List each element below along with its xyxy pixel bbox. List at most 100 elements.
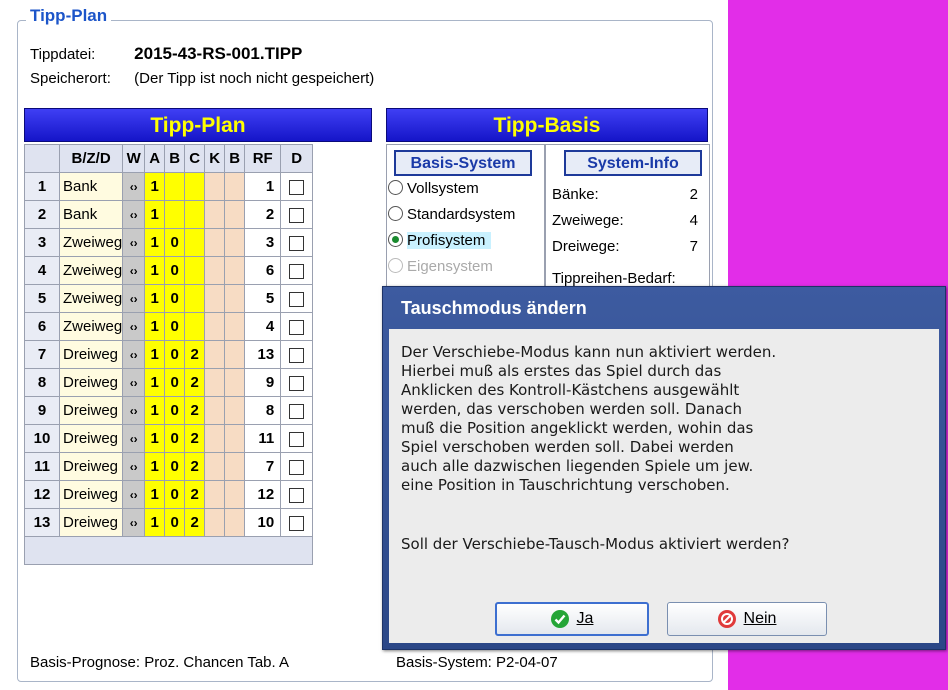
swap-cell[interactable]: ‹› xyxy=(122,508,146,537)
tip-b-cell[interactable]: 0 xyxy=(164,480,186,509)
swap-cell[interactable]: ‹› xyxy=(122,228,146,257)
k-cell[interactable] xyxy=(204,284,226,313)
tip-a-cell[interactable]: 1 xyxy=(144,452,166,481)
tip-c-cell[interactable]: 2 xyxy=(184,480,206,509)
tip-b-cell[interactable]: 0 xyxy=(164,284,186,313)
swap-cell[interactable]: ‹› xyxy=(122,312,146,341)
swap-cell[interactable]: ‹› xyxy=(122,200,146,229)
b-cell[interactable] xyxy=(224,480,246,509)
bzd-cell[interactable]: Dreiweg xyxy=(58,508,124,537)
radio-option[interactable]: Standardsystem xyxy=(388,206,515,223)
tip-c-cell[interactable]: 2 xyxy=(184,368,206,397)
move-checkbox[interactable] xyxy=(289,459,305,475)
b-cell[interactable] xyxy=(224,312,246,341)
tip-a-cell[interactable]: 1 xyxy=(144,172,166,201)
tip-c-cell[interactable]: 2 xyxy=(184,396,206,425)
b-cell[interactable] xyxy=(224,172,246,201)
b-cell[interactable] xyxy=(224,508,246,537)
swap-cell[interactable]: ‹› xyxy=(122,284,146,313)
k-cell[interactable] xyxy=(204,172,226,201)
tip-a-cell[interactable]: 1 xyxy=(144,256,166,285)
k-cell[interactable] xyxy=(204,312,226,341)
b-cell[interactable] xyxy=(224,368,246,397)
b-cell[interactable] xyxy=(224,256,246,285)
swap-cell[interactable]: ‹› xyxy=(122,368,146,397)
tip-a-cell[interactable]: 1 xyxy=(144,228,166,257)
tip-c-cell[interactable]: 2 xyxy=(184,452,206,481)
bzd-cell[interactable]: Dreiweg xyxy=(58,396,124,425)
bzd-cell[interactable]: Bank xyxy=(58,172,124,201)
bzd-cell[interactable]: Zweiweg xyxy=(58,284,124,313)
tip-c-cell[interactable] xyxy=(184,200,206,229)
bzd-cell[interactable]: Bank xyxy=(58,200,124,229)
b-cell[interactable] xyxy=(224,200,246,229)
tip-b-cell[interactable]: 0 xyxy=(164,452,186,481)
bzd-cell[interactable]: Dreiweg xyxy=(58,368,124,397)
tip-b-cell[interactable]: 0 xyxy=(164,340,186,369)
move-checkbox[interactable] xyxy=(289,487,305,503)
k-cell[interactable] xyxy=(204,340,226,369)
tip-b-cell[interactable]: 0 xyxy=(164,312,186,341)
b-cell[interactable] xyxy=(224,228,246,257)
move-checkbox[interactable] xyxy=(289,515,305,531)
swap-cell[interactable]: ‹› xyxy=(122,396,146,425)
b-cell[interactable] xyxy=(224,340,246,369)
tip-b-cell[interactable]: 0 xyxy=(164,228,186,257)
tip-b-cell[interactable] xyxy=(164,172,186,201)
tip-a-cell[interactable]: 1 xyxy=(144,396,166,425)
b-cell[interactable] xyxy=(224,424,246,453)
move-checkbox[interactable] xyxy=(289,179,305,195)
tip-b-cell[interactable]: 0 xyxy=(164,424,186,453)
move-checkbox[interactable] xyxy=(289,431,305,447)
swap-cell[interactable]: ‹› xyxy=(122,424,146,453)
tip-a-cell[interactable]: 1 xyxy=(144,480,166,509)
bzd-cell[interactable]: Dreiweg xyxy=(58,424,124,453)
no-button[interactable]: Nein xyxy=(667,602,827,636)
tip-a-cell[interactable]: 1 xyxy=(144,508,166,537)
k-cell[interactable] xyxy=(204,368,226,397)
tip-a-cell[interactable]: 1 xyxy=(144,284,166,313)
tip-a-cell[interactable]: 1 xyxy=(144,424,166,453)
tip-b-cell[interactable]: 0 xyxy=(164,368,186,397)
b-cell[interactable] xyxy=(224,284,246,313)
k-cell[interactable] xyxy=(204,452,226,481)
tip-c-cell[interactable] xyxy=(184,172,206,201)
bzd-cell[interactable]: Zweiweg xyxy=(58,312,124,341)
tip-a-cell[interactable]: 1 xyxy=(144,340,166,369)
tip-a-cell[interactable]: 1 xyxy=(144,368,166,397)
k-cell[interactable] xyxy=(204,480,226,509)
b-cell[interactable] xyxy=(224,452,246,481)
bzd-cell[interactable]: Zweiweg xyxy=(58,228,124,257)
tip-a-cell[interactable]: 1 xyxy=(144,200,166,229)
radio-option[interactable]: Profisystem xyxy=(388,232,492,249)
b-cell[interactable] xyxy=(224,396,246,425)
tip-c-cell[interactable] xyxy=(184,256,206,285)
k-cell[interactable] xyxy=(204,508,226,537)
k-cell[interactable] xyxy=(204,396,226,425)
yes-button[interactable]: Ja xyxy=(495,602,649,636)
move-checkbox[interactable] xyxy=(289,263,305,279)
bzd-cell[interactable]: Zweiweg xyxy=(58,256,124,285)
tip-b-cell[interactable]: 0 xyxy=(164,256,186,285)
move-checkbox[interactable] xyxy=(289,207,305,223)
tip-c-cell[interactable] xyxy=(184,312,206,341)
swap-cell[interactable]: ‹› xyxy=(122,452,146,481)
k-cell[interactable] xyxy=(204,424,226,453)
tip-c-cell[interactable] xyxy=(184,284,206,313)
tip-a-cell[interactable]: 1 xyxy=(144,312,166,341)
bzd-cell[interactable]: Dreiweg xyxy=(58,340,124,369)
k-cell[interactable] xyxy=(204,228,226,257)
swap-cell[interactable]: ‹› xyxy=(122,480,146,509)
move-checkbox[interactable] xyxy=(289,403,305,419)
bzd-cell[interactable]: Dreiweg xyxy=(58,452,124,481)
swap-cell[interactable]: ‹› xyxy=(122,340,146,369)
tip-c-cell[interactable]: 2 xyxy=(184,424,206,453)
move-checkbox[interactable] xyxy=(289,319,305,335)
move-checkbox[interactable] xyxy=(289,291,305,307)
tip-c-cell[interactable]: 2 xyxy=(184,340,206,369)
swap-cell[interactable]: ‹› xyxy=(122,172,146,201)
tip-c-cell[interactable] xyxy=(184,228,206,257)
move-checkbox[interactable] xyxy=(289,375,305,391)
bzd-cell[interactable]: Dreiweg xyxy=(58,480,124,509)
k-cell[interactable] xyxy=(204,256,226,285)
